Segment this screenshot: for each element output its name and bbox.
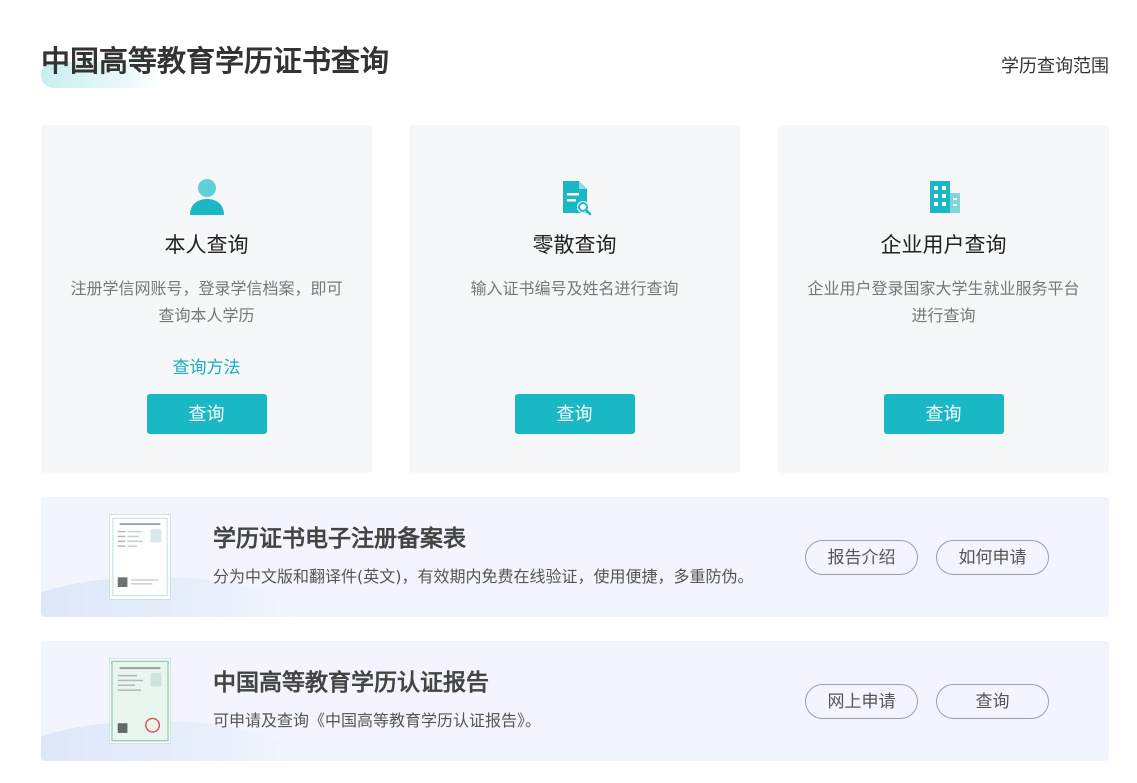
single-query-button[interactable]: 查询 <box>514 394 635 434</box>
query-cards: 本人查询 注册学信网账号，登录学信档案，即可查询本人学历 查询方法 查询 零散查… <box>41 125 1109 473</box>
card-description: 注册学信网账号，登录学信档案，即可查询本人学历 <box>70 279 343 325</box>
page-header: 中国高等教育学历证书查询 学历查询范围 <box>41 38 1109 98</box>
person-icon <box>189 179 224 215</box>
report-intro-button[interactable]: 报告介绍 <box>805 540 918 575</box>
card-description: 企业用户登录国家大学生就业服务平台进行查询 <box>807 279 1080 325</box>
card-title: 企业用户查询 <box>880 233 1007 257</box>
banner-e-registration-form: 学历证书电子注册备案表 分为中文版和翻译件(英文)，有效期内免费在线验证，使用便… <box>41 497 1109 617</box>
banner-title: 学历证书电子注册备案表 <box>213 526 466 552</box>
banner-title: 中国高等教育学历认证报告 <box>213 670 489 696</box>
query-scope-link[interactable]: 学历查询范围 <box>1001 52 1109 78</box>
report-thumbnail <box>109 658 171 744</box>
card-description: 输入证书编号及姓名进行查询 <box>470 279 679 298</box>
card-enterprise-query: 企业用户查询 企业用户登录国家大学生就业服务平台进行查询 查询 <box>778 125 1109 473</box>
card-title: 本人查询 <box>164 233 249 257</box>
how-to-apply-button[interactable]: 如何申请 <box>936 540 1049 575</box>
enterprise-query-button[interactable]: 查询 <box>883 394 1004 434</box>
card-title: 零散查询 <box>532 233 617 257</box>
report-query-button[interactable]: 查询 <box>936 684 1049 719</box>
online-apply-button[interactable]: 网上申请 <box>805 684 918 719</box>
page-title: 中国高等教育学历证书查询 <box>41 44 390 78</box>
query-method-link[interactable]: 查询方法 <box>41 353 372 378</box>
building-icon <box>929 181 960 213</box>
document-search-icon <box>562 181 591 216</box>
certificate-thumbnail <box>109 514 171 600</box>
card-single-query: 零散查询 输入证书编号及姓名进行查询 查询 <box>409 125 740 473</box>
card-personal-query: 本人查询 注册学信网账号，登录学信档案，即可查询本人学历 查询方法 查询 <box>41 125 372 473</box>
personal-query-button[interactable]: 查询 <box>146 394 267 434</box>
banner-description: 可申请及查询《中国高等教育学历认证报告》。 <box>213 711 542 730</box>
banner-description: 分为中文版和翻译件(英文)，有效期内免费在线验证，使用便捷，多重防伪。 <box>213 567 754 586</box>
banner-certification-report: 中国高等教育学历认证报告 可申请及查询《中国高等教育学历认证报告》。 网上申请 … <box>41 641 1109 761</box>
